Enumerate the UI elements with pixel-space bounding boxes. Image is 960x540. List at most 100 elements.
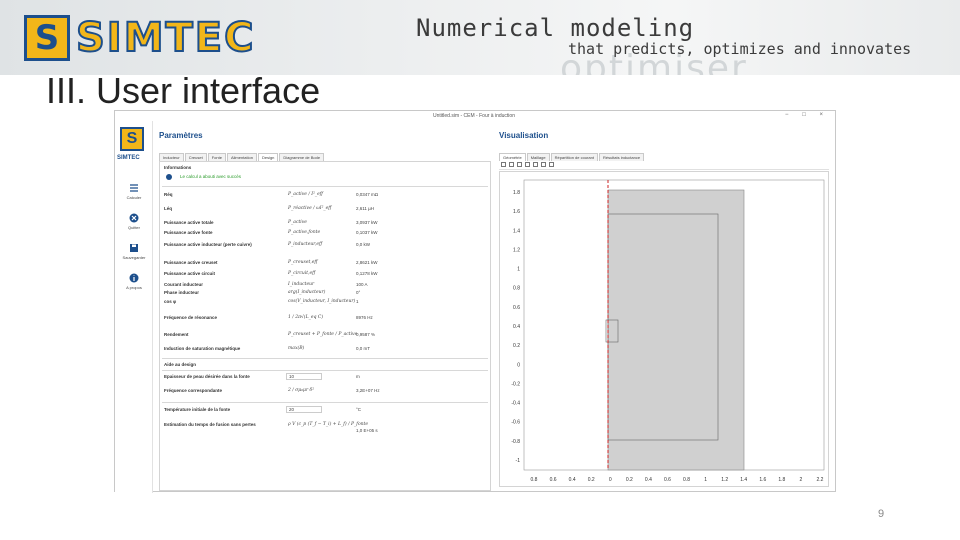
x-tick-label: 0.6 — [550, 477, 557, 483]
window-controls: − □ × — [785, 112, 829, 118]
design-section-title: Aide au design — [164, 362, 197, 367]
simtec-logo: S SIMTEC — [24, 12, 255, 64]
tab-bode[interactable]: Diagramme de Bode — [279, 153, 325, 161]
tab-geometrie[interactable]: Géométrie — [499, 153, 526, 161]
tab-fonte[interactable]: Fonte — [207, 153, 226, 161]
fit-icon[interactable] — [533, 162, 538, 167]
row-formula: max(B) — [288, 346, 305, 351]
x-tick-label: 2 — [800, 477, 803, 483]
visualisation-title: Visualisation — [499, 131, 549, 140]
calculate-button[interactable]: Calculer — [119, 183, 149, 200]
maximize-button[interactable]: □ — [802, 112, 812, 118]
page-number: 9 — [878, 508, 885, 520]
x-tick-label: 1.4 — [740, 477, 747, 483]
row-label: Courant inducteur — [164, 282, 203, 287]
row-label: Induction de saturation magnétique — [164, 346, 241, 351]
save-image-icon[interactable] — [549, 162, 554, 167]
x-tick-label: 0.2 — [588, 477, 595, 483]
info-icon — [166, 174, 172, 180]
x-tick-label: 0.4 — [645, 477, 652, 483]
pan-icon[interactable] — [525, 162, 530, 167]
logo-wordmark: SIMTEC — [75, 14, 256, 62]
result-row: Réq P_active / I²_eff 0,0347 mΩ — [160, 192, 490, 202]
row-value: 1,0 E+05 s — [356, 428, 378, 433]
save-button[interactable]: Sauvegarder — [119, 243, 149, 260]
y-tick-label: 0 — [517, 362, 520, 368]
save-icon — [130, 244, 138, 252]
divider — [162, 402, 488, 403]
result-row: Puissance active fonte P_active,fonte 0,10… — [160, 230, 490, 240]
row-value: 2,611 µH — [356, 206, 375, 211]
row-label: Température initiale de la fonte — [164, 407, 231, 412]
zoom-out-icon[interactable] — [517, 162, 522, 167]
about-button[interactable]: A propos — [119, 273, 149, 290]
tab-creuset[interactable]: Creuset — [184, 153, 207, 161]
row-label: Puissance active totale — [164, 220, 214, 225]
minimize-button[interactable]: − — [785, 112, 795, 118]
row-value: 0,0 mT — [356, 346, 371, 351]
row-label: Léq — [164, 206, 173, 211]
tab-inducteur[interactable]: Inducteur — [159, 153, 184, 161]
x-tick-label: 1.6 — [759, 477, 766, 483]
divider — [162, 370, 488, 371]
result-row: Léq P_réactive / ωI²_eff 2,611 µH — [160, 206, 490, 216]
pointer-icon[interactable] — [501, 162, 506, 167]
tab-alimentation[interactable]: Alimentation — [226, 153, 257, 161]
row-value: 100 A — [356, 282, 368, 287]
skin-depth-input[interactable]: 10 — [286, 373, 322, 380]
parameters-body: Informations Le calcul a abouti avec suc… — [159, 161, 491, 491]
window-titlebar: Untitled.sim - CEM - Four à induction − … — [115, 111, 835, 121]
row-value: 0,0347 mΩ — [356, 192, 379, 197]
row-formula: cos(V_inducteur, I_inducteur) — [288, 299, 356, 304]
banner-headline: Numerical modeling — [416, 14, 695, 42]
row-label: Puissance active inducteur (perte cuivre… — [164, 242, 252, 247]
row-value: 0° — [356, 290, 361, 295]
logo-mark: S — [24, 15, 70, 61]
row-formula: I_inducteur — [288, 282, 315, 287]
close-button[interactable]: × — [819, 112, 829, 118]
quit-label: Quitter — [127, 225, 140, 230]
row-label: Réq — [164, 192, 173, 197]
y-tick-label: -0.6 — [511, 420, 520, 426]
row-formula: P_réactive / ωI²_eff — [288, 206, 332, 211]
tab-maillage[interactable]: Maillage — [526, 153, 550, 161]
zoom-in-icon[interactable] — [509, 162, 514, 167]
tab-repartition[interactable]: Répartition de courant — [550, 153, 598, 161]
result-row: Rendement P_creuset + P_fonte / P_active 0… — [160, 332, 490, 342]
y-tick-label: 1.4 — [513, 228, 520, 234]
visualisation-panel: Visualisation Géométrie Maillage Réparti… — [495, 121, 837, 493]
y-tick-label: 1.8 — [513, 190, 520, 196]
about-label: A propos — [126, 285, 142, 290]
row-formula: P_active,fonte — [288, 230, 321, 235]
row-label: cos φ — [164, 299, 177, 304]
calculate-label: Calculer — [126, 195, 142, 200]
row-label: Estimation du temps de fusion sans perte… — [164, 422, 256, 427]
x-tick-label: 1 — [704, 477, 707, 483]
row-label: Epaisseur de peau désirée dans la fonte — [164, 374, 250, 379]
x-tick-label: 0.8 — [531, 477, 538, 483]
row-formula: P_active — [288, 220, 307, 225]
row-value: 1 — [356, 299, 359, 304]
visualisation-tabs: Géométrie Maillage Répartition de couran… — [499, 153, 645, 161]
temperature-row: Estimation du temps de fusion sans perte… — [160, 422, 490, 433]
divider — [162, 186, 488, 187]
info-message: Le calcul a abouti avec succès — [180, 174, 242, 179]
y-tick-label: 1 — [517, 267, 520, 273]
row-value: 0,0 kW — [356, 242, 371, 247]
row-unit: m — [356, 374, 360, 379]
tab-design[interactable]: Design — [257, 153, 279, 161]
x-tick-label: 1.8 — [778, 477, 785, 483]
geometry-plot[interactable]: 0.8 0.6 0.4 0.2 0 0.2 0.4 0.6 0.8 1 1.2 1.4 1.6 1.8 2 2… — [499, 171, 829, 487]
quit-button[interactable]: Quitter — [119, 213, 149, 230]
grid-icon[interactable] — [541, 162, 546, 167]
left-rail: S SIMTEC Calculer Quitter Sauvegarder A … — [115, 121, 153, 493]
result-row: Puissance active inducteur (perte cuivre… — [160, 242, 490, 252]
result-row: cos φ cos(V_inducteur, I_inducteur) 1 — [160, 299, 490, 309]
initial-temperature-input[interactable]: 20 — [286, 406, 322, 413]
tab-resultats[interactable]: Résultats inductance — [598, 153, 645, 161]
row-label: Rendement — [164, 332, 189, 337]
app-window: Untitled.sim - CEM - Four à induction − … — [114, 110, 837, 493]
row-value: 8976 Hz — [356, 315, 373, 320]
row-formula: P_creuset,eff — [288, 260, 318, 265]
row-formula: 2 / σμ₀μr δ² — [288, 388, 315, 393]
